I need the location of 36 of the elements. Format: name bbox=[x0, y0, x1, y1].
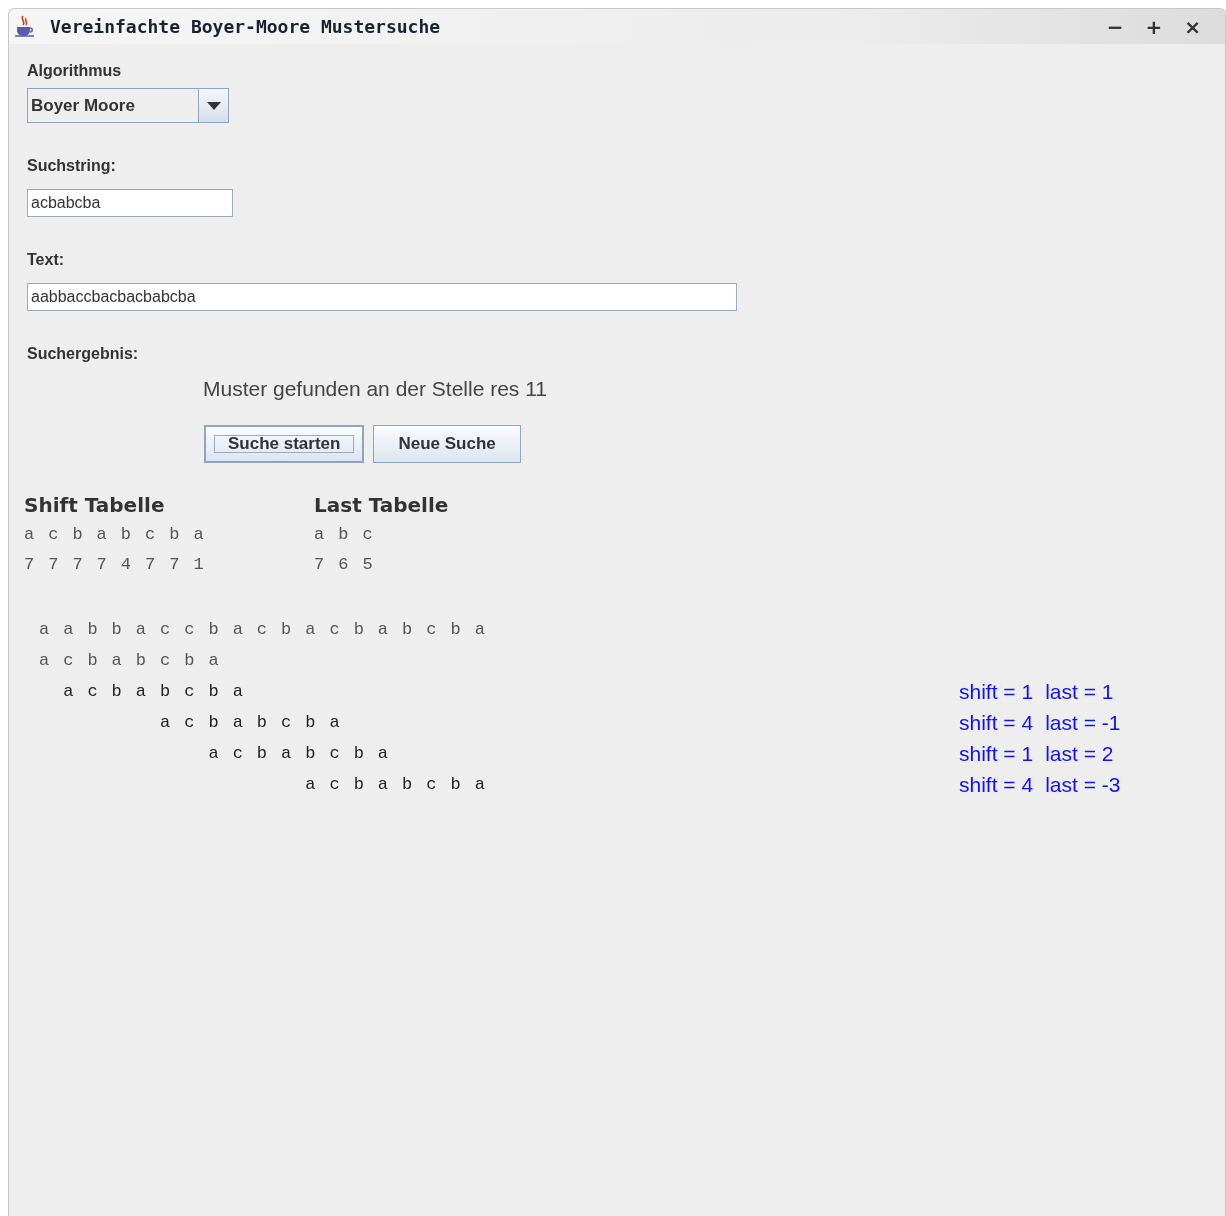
shift-note: shift = 4 bbox=[959, 772, 1034, 797]
shift-note: shift = 1 bbox=[959, 741, 1034, 766]
result-message: Muster gefunden an der Stelle res 11 bbox=[203, 377, 548, 401]
alignment-row-text: a c b a b c b a bbox=[207, 742, 391, 765]
shift-note: shift = 1 bbox=[959, 679, 1034, 704]
last-note: last = -1 bbox=[1045, 710, 1121, 735]
table-row-text: a c b a b c b a bbox=[24, 524, 207, 546]
last-note: last = 2 bbox=[1045, 741, 1114, 766]
table-title: Last Tabelle bbox=[314, 493, 449, 517]
field-label: Text: bbox=[27, 251, 66, 269]
alignment-row-text: a c b a b c b a bbox=[304, 773, 488, 796]
last-note: last = -3 bbox=[1045, 772, 1121, 797]
window-control-button[interactable]: − bbox=[1102, 14, 1128, 39]
field-label: Suchstring: bbox=[27, 157, 117, 175]
field-label: Suchergebnis: bbox=[27, 345, 140, 363]
table-row-text: 7 7 7 7 4 7 7 1 bbox=[24, 554, 207, 576]
alignment-row-text: a c b a b c b a bbox=[39, 649, 222, 672]
alignment-row-text: a c b a b c b a bbox=[62, 680, 246, 703]
table-title: Shift Tabelle bbox=[24, 493, 166, 517]
table-row-text: a b c bbox=[314, 524, 376, 546]
field-label: Algorithmus bbox=[27, 62, 123, 80]
action-button[interactable]: Suche starten bbox=[204, 425, 365, 463]
table-row-text: 7 6 5 bbox=[314, 554, 376, 576]
window-control-button[interactable]: + bbox=[1141, 14, 1167, 39]
caret-icon bbox=[206, 101, 221, 110]
coffee-cup-icon bbox=[14, 14, 36, 39]
shift-note: shift = 4 bbox=[959, 710, 1034, 735]
alignment-row-text: a a b b a c c b a c b a c b a b c b a bbox=[39, 618, 488, 641]
pattern-input-field[interactable]: acbabcba bbox=[27, 189, 233, 217]
alignment-row-text: a c b a b c b a bbox=[159, 711, 343, 734]
algorithm-dropdown[interactable]: Boyer Moore bbox=[27, 88, 229, 123]
action-button[interactable]: Neue Suche bbox=[373, 425, 521, 463]
window-control-button[interactable]: × bbox=[1180, 14, 1205, 39]
text-input-field[interactable]: aabbaccbacbacbabcba bbox=[27, 283, 737, 311]
last-note: last = 1 bbox=[1045, 679, 1114, 704]
window-title: Vereinfachte Boyer-Moore Mustersuche bbox=[50, 16, 441, 37]
